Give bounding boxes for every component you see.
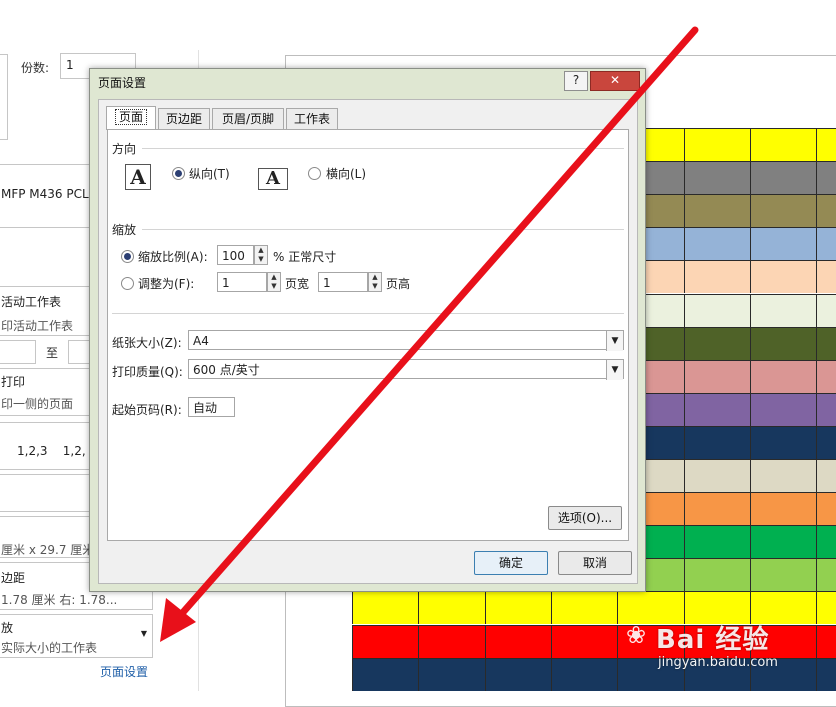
watermark-url: jingyan.baidu.com [658,655,778,670]
paw-icon: ❀ [626,621,647,649]
baidu-watermark: ❀ Bai 经验 jingyan.baidu.com [626,619,826,679]
watermark-brand: Bai 经验 [656,625,770,655]
annotation-arrow [160,26,699,642]
